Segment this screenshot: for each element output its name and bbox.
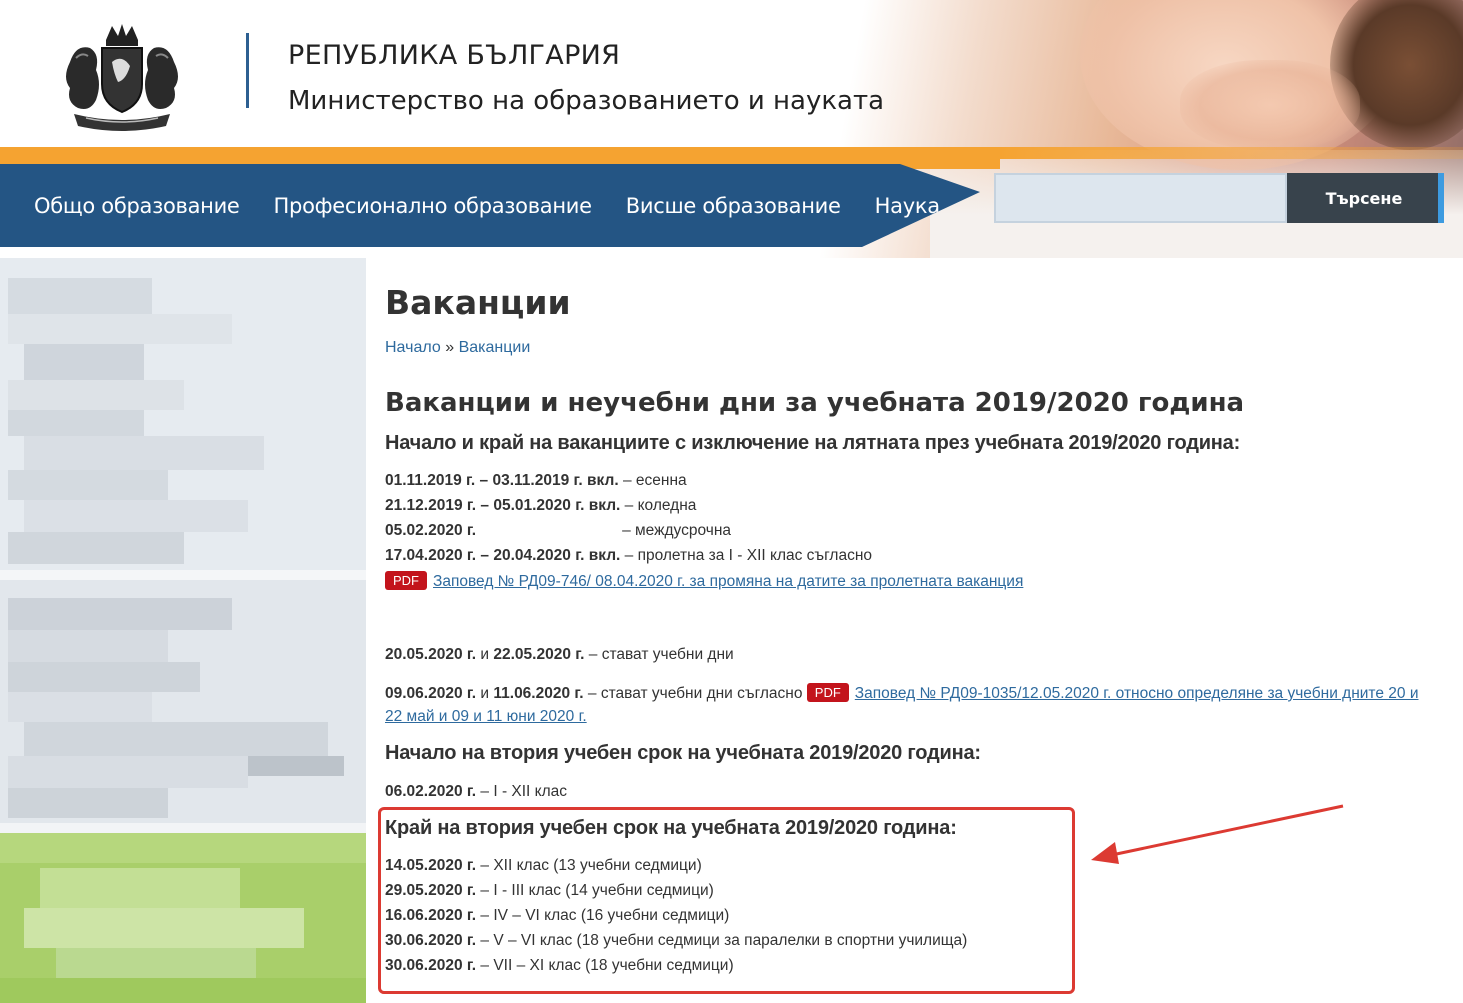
- search-input[interactable]: [994, 173, 1287, 223]
- breadcrumb-separator: »: [445, 339, 455, 356]
- study-day-row: 09.06.2020 г. и 11.06.2020 г. – стават у…: [385, 683, 1418, 703]
- site-header: РЕПУБЛИКА БЪЛГАРИЯ Министерство на образ…: [0, 0, 1463, 258]
- term-desc: – I - XII клас: [476, 783, 568, 800]
- order-link-study-days-line2[interactable]: 22 май и 09 и 11 юни 2020 г.: [385, 708, 587, 725]
- nav-item-vocational-education[interactable]: Професионално образование: [274, 194, 593, 218]
- breadcrumb-home[interactable]: Начало: [385, 339, 441, 356]
- vacation-row: 21.12.2019 г. – 05.01.2020 г. вкл. – кол…: [385, 497, 696, 515]
- study-day-desc: – стават учебни дни: [584, 646, 734, 663]
- order-link-continuation: 22 май и 09 и 11 юни 2020 г.: [385, 708, 587, 726]
- term-date: 06.02.2020 г.: [385, 783, 477, 800]
- sidebar-blurred: [0, 258, 366, 1003]
- study-day-date: 20.05.2020 г.: [385, 646, 477, 663]
- page-title: Ваканции: [385, 283, 571, 322]
- study-day-desc: – стават учебни дни съгласно: [583, 685, 807, 702]
- vacation-desc: – междусрочна: [622, 522, 732, 539]
- vacation-row: 05.02.2020 г. – междусрочна: [385, 522, 731, 540]
- vacations-heading: Начало и край на ваканциите с изключение…: [385, 432, 1241, 454]
- order-link-study-days[interactable]: Заповед № РД09-1035/12.05.2020 г. относн…: [855, 685, 1419, 702]
- vacation-desc: – пролетна за I - XII клас съгласно: [620, 547, 873, 564]
- main-navigation: Общо образование Професионално образован…: [0, 164, 980, 247]
- conjunction: и: [476, 685, 494, 702]
- country-title[interactable]: РЕПУБЛИКА БЪЛГАРИЯ: [288, 40, 620, 71]
- nav-item-higher-education[interactable]: Висше образование: [626, 194, 841, 218]
- pdf-badge[interactable]: PDF: [385, 571, 427, 590]
- nav-item-general-education[interactable]: Общо образование: [34, 194, 240, 218]
- order-line: PDF Заповед № РД09-746/ 08.04.2020 г. за …: [385, 571, 1023, 591]
- search-button[interactable]: Търсене: [1287, 173, 1441, 223]
- hero-child-hand: [1180, 60, 1360, 150]
- vacation-desc: – коледна: [620, 497, 697, 514]
- vacation-desc: – есенна: [618, 472, 687, 489]
- nav-item-science[interactable]: Наука: [875, 194, 940, 218]
- study-day-date: 11.06.2020 г.: [493, 685, 584, 702]
- breadcrumb-current[interactable]: Ваканции: [459, 339, 531, 356]
- vacation-date: 01.11.2019 г. – 03.11.2019 г. вкл.: [385, 472, 619, 489]
- conjunction: и: [476, 646, 494, 663]
- second-term-start-heading: Начало на втория учебен срок на учебната…: [385, 742, 981, 764]
- order-link-spring[interactable]: Заповед № РД09-746/ 08.04.2020 г. за про…: [433, 573, 1023, 590]
- search-accent-bar: [1438, 173, 1444, 223]
- orange-stripe-fade: [1000, 147, 1463, 159]
- coat-of-arms-logo[interactable]: [56, 22, 188, 137]
- vacation-row: 17.04.2020 г. – 20.04.2020 г. вкл. – про…: [385, 547, 872, 565]
- annotation-highlight-box: [378, 807, 1075, 994]
- section-title: Ваканции и неучебни дни за учебната 2019…: [385, 388, 1245, 418]
- logo-divider: [246, 33, 249, 108]
- pdf-badge[interactable]: PDF: [806, 683, 849, 702]
- vacation-date: 05.02.2020 г.: [385, 522, 477, 539]
- study-day-date: 22.05.2020 г.: [493, 646, 585, 663]
- ministry-title[interactable]: Министерство на образованието и науката: [288, 86, 884, 116]
- breadcrumb: Начало » Ваканции: [385, 339, 530, 357]
- vacation-date: 17.04.2020 г. – 20.04.2020 г. вкл.: [385, 547, 621, 564]
- second-term-start-row: 06.02.2020 г. – I - XII клас: [385, 783, 567, 801]
- study-day-date: 09.06.2020 г.: [385, 685, 477, 702]
- annotation-arrow-icon: [1091, 804, 1344, 864]
- vacation-date: 21.12.2019 г. – 05.01.2020 г. вкл.: [385, 497, 621, 514]
- vacation-row: 01.11.2019 г. – 03.11.2019 г. вкл. – есе…: [385, 472, 687, 490]
- study-day-row: 20.05.2020 г. и 22.05.2020 г. – стават у…: [385, 646, 734, 664]
